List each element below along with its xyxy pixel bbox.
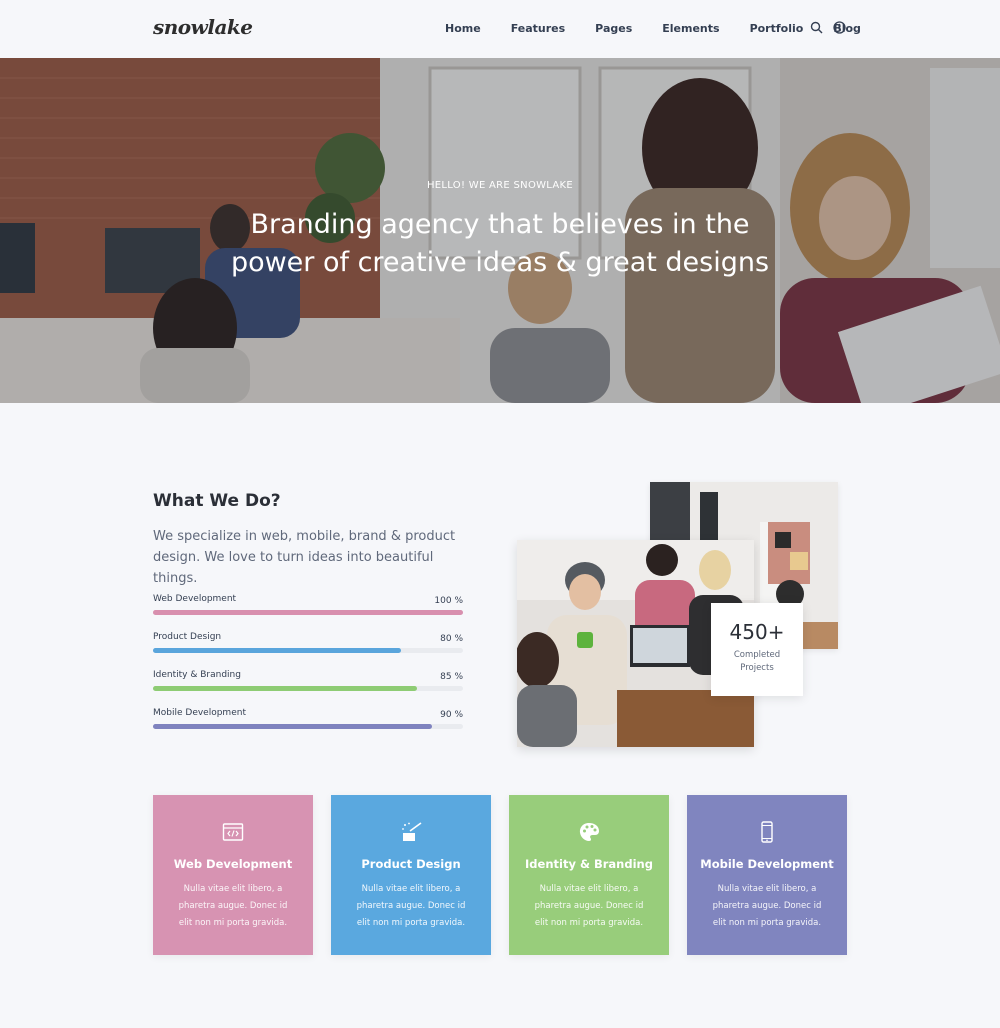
completed-projects-card: 450+ Completed Projects	[711, 603, 803, 696]
service-card-product-design[interactable]: Product Design Nulla vitae elit libero, …	[331, 795, 491, 955]
main-nav: Home Features Pages Elements Portfolio B…	[445, 22, 891, 35]
skill-percent: 85 %	[440, 672, 463, 682]
service-title: Product Design	[361, 857, 461, 871]
skill-label: Identity & Branding	[153, 670, 241, 680]
nav-features[interactable]: Features	[511, 22, 565, 35]
skill-fill	[153, 648, 401, 653]
section-description: We specialize in web, mobile, brand & pr…	[153, 529, 456, 586]
search-icon[interactable]	[810, 21, 823, 34]
service-card-web-development[interactable]: Web Development Nulla vitae elit libero,…	[153, 795, 313, 955]
smartphone-icon	[761, 821, 773, 843]
nav-elements[interactable]: Elements	[662, 22, 719, 35]
site-header: snowlake Home Features Pages Elements Po…	[0, 0, 1000, 58]
service-title: Mobile Development	[700, 857, 834, 871]
skill-label: Mobile Development	[153, 708, 246, 718]
skill-label: Web Development	[153, 594, 237, 604]
skill-track	[153, 610, 463, 615]
info-icon[interactable]	[833, 21, 846, 34]
service-card-identity-branding[interactable]: Identity & Branding Nulla vitae elit lib…	[509, 795, 669, 955]
skill-percent: 100 %	[434, 596, 463, 606]
service-text: Nulla vitae elit libero, a pharetra augu…	[534, 884, 644, 928]
skill-percent: 90 %	[440, 710, 463, 720]
skill-percent: 80 %	[440, 634, 463, 644]
service-title: Identity & Branding	[525, 857, 653, 871]
nav-home[interactable]: Home	[445, 22, 481, 35]
service-title: Web Development	[173, 857, 293, 871]
service-text: Nulla vitae elit libero, a pharetra augu…	[178, 884, 288, 928]
skill-fill	[153, 724, 432, 729]
site-logo[interactable]: snowlake	[153, 15, 253, 39]
skill-track	[153, 686, 463, 691]
hero-section: HELLO! WE ARE SNOWLAKE Branding agency t…	[0, 58, 1000, 403]
hero-kicker: HELLO! WE ARE SNOWLAKE	[426, 180, 574, 191]
section-title: What We Do?	[153, 491, 281, 511]
skill-track	[153, 648, 463, 653]
service-text: Nulla vitae elit libero, a pharetra augu…	[712, 884, 822, 928]
hero-title: Branding agency that believes in the pow…	[0, 206, 1000, 282]
service-text: Nulla vitae elit libero, a pharetra augu…	[356, 884, 466, 928]
stat-label: Completed Projects	[733, 650, 781, 673]
nav-pages[interactable]: Pages	[595, 22, 632, 35]
skill-label: Product Design	[153, 632, 222, 642]
skill-track	[153, 724, 463, 729]
skill-fill	[153, 686, 417, 691]
service-card-mobile-development[interactable]: Mobile Development Nulla vitae elit libe…	[687, 795, 847, 955]
skill-fill	[153, 610, 463, 615]
magic-wand-icon	[402, 822, 422, 841]
hero-title-line-2: power of creative ideas & great designs	[230, 247, 770, 278]
code-window-icon	[222, 823, 244, 841]
palette-icon	[579, 823, 599, 841]
nav-portfolio[interactable]: Portfolio	[750, 22, 804, 35]
hero-title-line-1: Branding agency that believes in the	[250, 209, 750, 240]
stat-number: 450+	[729, 620, 785, 644]
